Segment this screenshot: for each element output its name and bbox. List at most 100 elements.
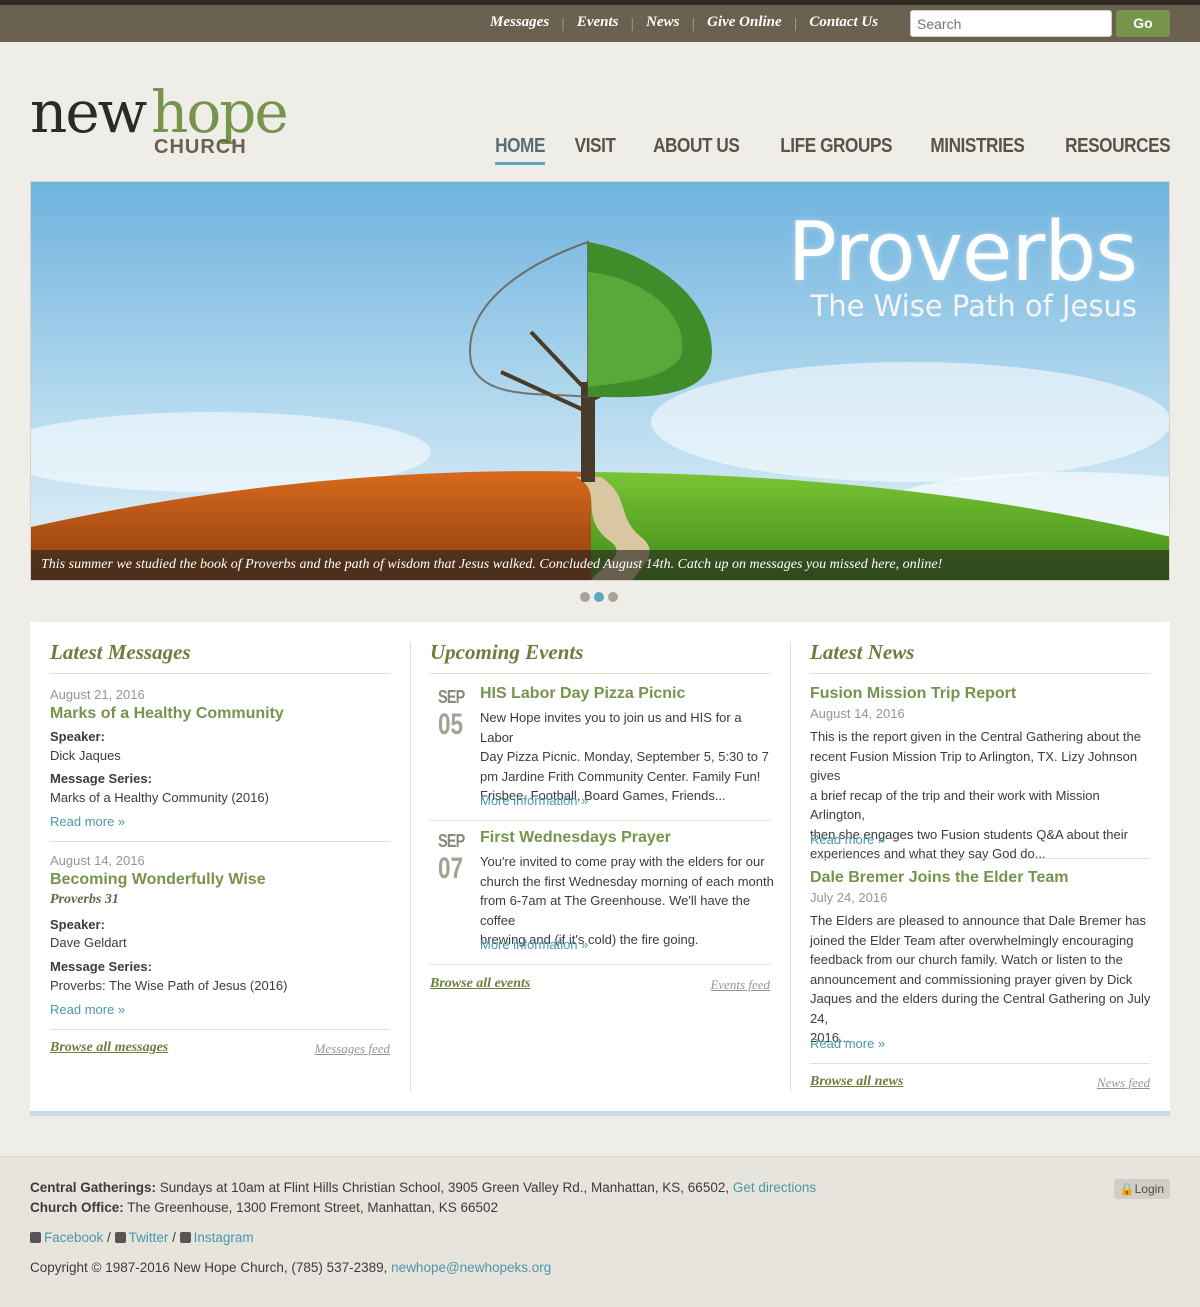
event-date-badge: SEP 05 [438, 688, 471, 740]
latest-news-column: Latest News Fusion Mission Trip Report A… [810, 622, 1150, 1092]
divider [50, 1029, 390, 1030]
slider-dot-active[interactable] [594, 592, 604, 602]
event-description: You're invited to come pray with the eld… [480, 852, 775, 950]
event-text-line: You're invited to come pray with the eld… [480, 854, 765, 869]
message-date: August 14, 2016 [50, 853, 145, 868]
logo-word-new: new [30, 78, 147, 146]
event-text-line: pm Jardine Frith Community Center. Famil… [480, 768, 761, 784]
copyright-text: Copyright © 1987-2016 New Hope Church, (… [30, 1260, 392, 1275]
login-button[interactable]: 🔒Login [1113, 1179, 1170, 1199]
hero-subtitle: The Wise Path of Jesus [810, 289, 1137, 323]
news-title-link[interactable]: Dale Bremer Joins the Elder Team [810, 869, 1068, 887]
message-title-link[interactable]: Marks of a Healthy Community [50, 705, 284, 723]
main-nav: HOME VISIT ABOUT US LIFE GROUPS MINISTRI… [464, 135, 1170, 165]
nav-home[interactable]: HOME [495, 135, 546, 165]
event-month: SEP [438, 831, 465, 851]
latest-messages-column: Latest Messages August 21, 2016 Marks of… [50, 622, 390, 1092]
event-title-link[interactable]: First Wednesdays Prayer [480, 829, 671, 847]
read-more-link[interactable]: Read more » [50, 814, 125, 829]
nav-visit[interactable]: VISIT [575, 135, 616, 165]
nav-resources[interactable]: RESOURCES [1065, 135, 1171, 165]
series-label: Message Series: [50, 959, 152, 974]
office-label: Church Office: [30, 1200, 124, 1215]
topnav-give-online-link[interactable]: Give Online [707, 14, 782, 31]
email-link[interactable]: newhope@newhopeks.org [391, 1260, 551, 1275]
social-links: Facebook / Twitter / Instagram [30, 1230, 254, 1245]
news-text-line: a brief recap of the trip and their work… [810, 787, 1100, 823]
message-title-link[interactable]: Becoming Wonderfully Wise [50, 871, 266, 889]
browse-all-messages-link[interactable]: Browse all messages [50, 1040, 168, 1056]
hero-title-block: Proverbs The Wise Path of Jesus [787, 205, 1138, 323]
divider [430, 820, 770, 821]
divider [810, 858, 1150, 859]
read-more-link[interactable]: Read more » [810, 832, 885, 847]
series-label: Message Series: [50, 771, 152, 786]
gatherings-label: Central Gatherings: [30, 1180, 157, 1195]
instagram-link[interactable]: Instagram [194, 1230, 254, 1245]
lock-icon: 🔒 [1119, 1182, 1135, 1196]
column-divider [790, 642, 791, 1092]
events-feed-link[interactable]: Events feed [710, 977, 770, 993]
browse-all-events-link[interactable]: Browse all events [430, 976, 530, 992]
news-text-line: recent Fusion Mission Trip to Arlington,… [810, 748, 1138, 784]
top-bar: Messages | Events | News | Give Online |… [0, 0, 1200, 42]
browse-all-news-link[interactable]: Browse all news [810, 1074, 903, 1090]
read-more-link[interactable]: Read more » [810, 1036, 885, 1051]
get-directions-link[interactable]: Get directions [733, 1180, 816, 1195]
news-feed-link[interactable]: News feed [1097, 1075, 1150, 1091]
hero-title: Proverbs [787, 205, 1138, 300]
copyright-line: Copyright © 1987-2016 New Hope Church, (… [30, 1260, 551, 1275]
speaker-name: Dick Jaques [50, 748, 121, 763]
event-text-line: church the first Wednesday morning of ea… [480, 873, 774, 889]
site-logo[interactable]: new hope CHURCH [30, 78, 310, 168]
topnav-messages-link[interactable]: Messages [490, 14, 549, 31]
nav-about-us[interactable]: ABOUT US [653, 135, 740, 165]
divider: | [630, 14, 635, 31]
topnav-contact-us-link[interactable]: Contact Us [809, 14, 878, 31]
search-input[interactable] [910, 10, 1112, 37]
content-panel: Latest Messages August 21, 2016 Marks of… [30, 622, 1170, 1116]
office-line: Church Office: The Greenhouse, 1300 Frem… [30, 1200, 498, 1215]
news-summary: The Elders are pleased to announce that … [810, 911, 1155, 1048]
divider: | [793, 14, 798, 31]
divider [810, 1063, 1150, 1064]
hero-slider[interactable]: Proverbs The Wise Path of Jesus This sum… [30, 181, 1170, 581]
latest-news-heading: Latest News [810, 640, 1150, 674]
event-title-link[interactable]: HIS Labor Day Pizza Picnic [480, 685, 685, 703]
event-text-line: New Hope invites you to join us and HIS … [480, 710, 742, 745]
event-day: 05 [438, 708, 464, 741]
more-information-link[interactable]: More information » [480, 793, 588, 808]
news-text-line: announcement and commissioning prayer gi… [810, 971, 1133, 987]
event-description: New Hope invites you to join us and HIS … [480, 708, 775, 806]
event-date-badge: SEP 07 [438, 832, 471, 884]
divider [430, 964, 770, 965]
slider-dot[interactable] [580, 592, 590, 602]
news-text-line: Jaques and the elders during the Central… [810, 991, 1151, 1026]
slider-dot[interactable] [608, 592, 618, 602]
latest-messages-heading: Latest Messages [50, 640, 390, 674]
nav-life-groups[interactable]: LIFE GROUPS [780, 135, 892, 165]
topnav-events-link[interactable]: Events [577, 14, 619, 31]
utility-nav: Messages | Events | News | Give Online |… [490, 14, 878, 31]
message-subtitle: Proverbs 31 [50, 892, 119, 907]
hero-caption: This summer we studied the book of Prove… [31, 550, 1169, 580]
topnav-news-link[interactable]: News [646, 14, 679, 31]
series-name: Proverbs: The Wise Path of Jesus (2016) [50, 978, 288, 993]
facebook-link[interactable]: Facebook [44, 1230, 103, 1245]
more-information-link[interactable]: More information » [480, 937, 588, 952]
news-text-line: joined the Elder Team after overwhelming… [810, 932, 1134, 948]
twitter-link[interactable]: Twitter [129, 1230, 169, 1245]
read-more-link[interactable]: Read more » [50, 1002, 125, 1017]
upcoming-events-heading: Upcoming Events [430, 640, 770, 674]
messages-feed-link[interactable]: Messages feed [315, 1041, 390, 1057]
divider: | [561, 14, 565, 31]
search-go-button[interactable]: Go [1116, 10, 1170, 37]
speaker-label: Speaker: [50, 917, 105, 932]
news-text-line: The Elders are pleased to announce that … [810, 913, 1147, 928]
instagram-icon [179, 1232, 191, 1243]
news-text-line: feedback from our church family. Watch o… [810, 952, 1123, 967]
news-title-link[interactable]: Fusion Mission Trip Report [810, 685, 1016, 703]
twitter-icon [114, 1232, 126, 1243]
upcoming-events-column: Upcoming Events SEP 05 HIS Labor Day Piz… [430, 622, 774, 1092]
nav-ministries[interactable]: MINISTRIES [931, 135, 1026, 165]
